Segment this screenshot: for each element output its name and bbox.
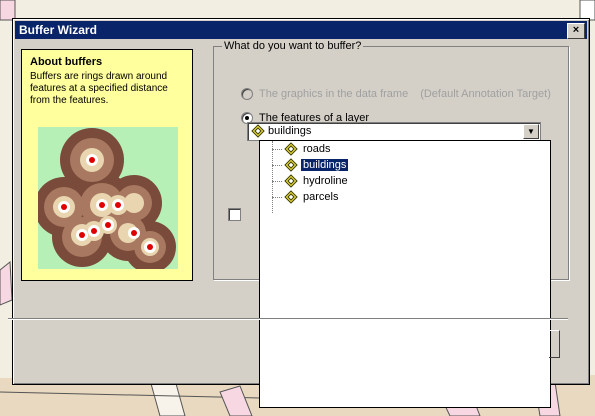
about-text: Buffers are rings drawn around features … xyxy=(30,71,168,106)
about-heading: About buffers xyxy=(30,56,103,68)
list-item-label: roads xyxy=(303,143,331,155)
list-item-label: buildings xyxy=(299,158,350,172)
layer-diamond-icon xyxy=(284,158,298,172)
list-item-hydroline[interactable]: hydroline xyxy=(284,173,350,189)
about-buffers-panel: About buffers Buffers are rings drawn ar… xyxy=(21,49,193,281)
chevron-down-icon[interactable]: ▼ xyxy=(523,124,539,139)
title-bar[interactable]: Buffer Wizard × xyxy=(15,21,587,39)
graphics-label: The graphics in the data frame xyxy=(259,88,409,100)
list-item-roads[interactable]: roads xyxy=(284,141,333,157)
layer-diamond-icon xyxy=(251,124,265,138)
list-item-label: parcels xyxy=(303,191,339,203)
layer-diamond-icon xyxy=(284,142,298,156)
next-button-edge[interactable] xyxy=(549,330,560,358)
layer-diamond-icon xyxy=(284,190,298,204)
window-title: Buffer Wizard xyxy=(19,23,97,37)
graphics-option: The graphics in the data frame (Default … xyxy=(241,88,551,100)
group-legend: What do you want to buffer? xyxy=(222,40,364,52)
selected-features-checkbox[interactable] xyxy=(228,208,241,221)
divider xyxy=(8,318,568,320)
graphics-radio xyxy=(241,88,253,100)
close-button[interactable]: × xyxy=(567,23,585,39)
list-item-parcels[interactable]: parcels xyxy=(284,189,340,205)
list-item-label: hydroline xyxy=(303,175,348,187)
layer-select[interactable]: buildings ▼ xyxy=(247,122,541,141)
layer-select-value: buildings xyxy=(268,125,312,137)
graphics-note: (Default Annotation Target) xyxy=(420,88,551,100)
buffer-illustration xyxy=(38,127,178,269)
list-item-buildings[interactable]: buildings xyxy=(284,157,350,173)
layer-dropdown-list: roads buildings hydroline parcels xyxy=(259,140,551,408)
layer-diamond-icon xyxy=(284,174,298,188)
